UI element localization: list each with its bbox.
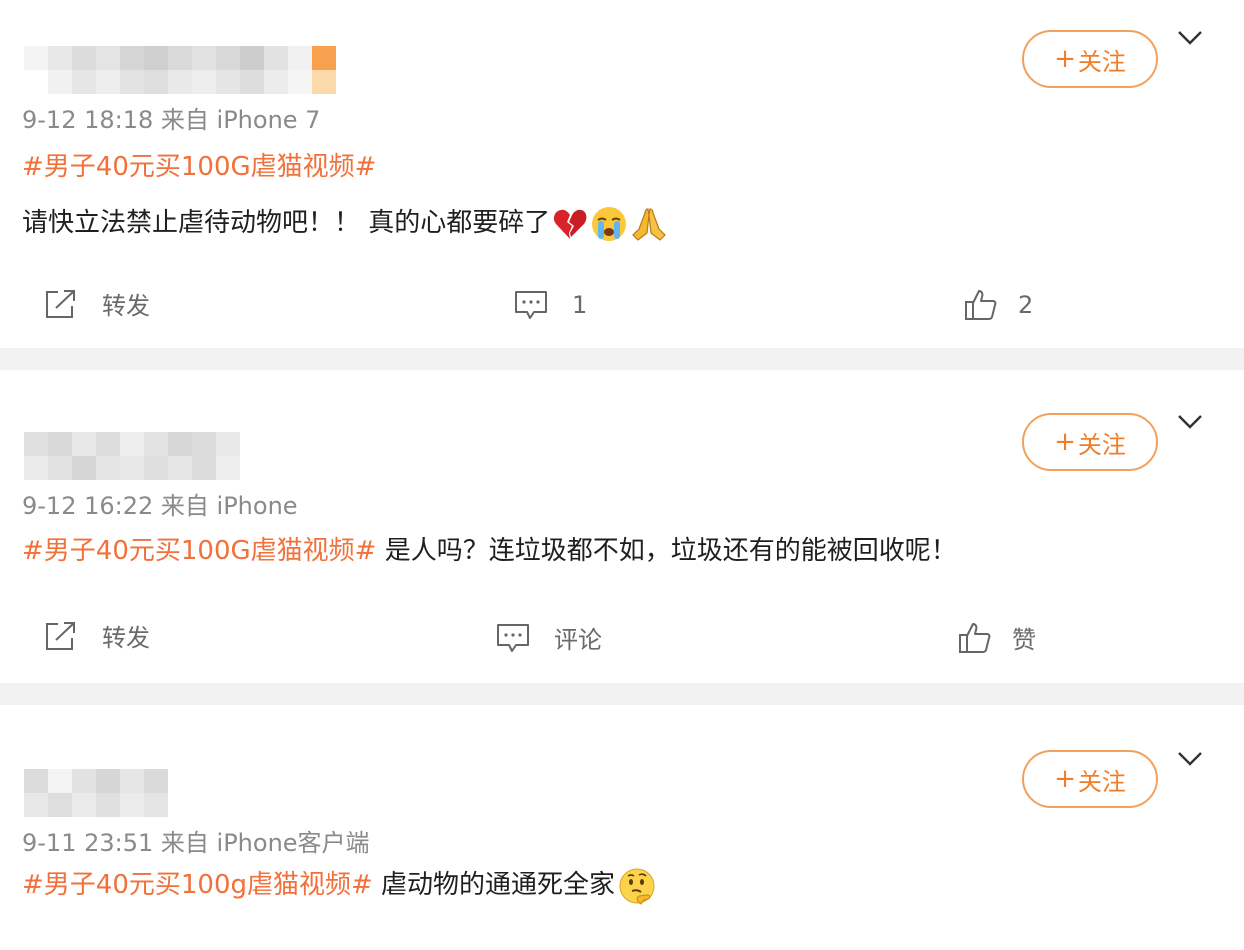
weibo-comment-feed: + 关注 9-12 18:18 来自 iPhone 7 #男子40元买100G虐…	[0, 0, 1244, 950]
comment-icon	[515, 291, 547, 319]
timestamp: 9-11 23:51	[22, 829, 154, 857]
follow-label: 关注	[1077, 767, 1126, 796]
follow-label: 关注	[1077, 47, 1126, 76]
like-label: 赞	[1012, 626, 1036, 654]
thumbs-up-icon	[959, 622, 991, 653]
folded-hands-icon	[632, 207, 667, 241]
broken-heart-icon	[554, 209, 587, 239]
post-separator	[0, 348, 1244, 370]
comment-count: 1	[572, 291, 588, 319]
post-source: 来自 iPhone客户端	[160, 829, 370, 857]
hashtag-link[interactable]: #男子40元买100g虐猫视频#	[22, 870, 373, 900]
post-meta: 9-11 23:51 来自 iPhone客户端	[22, 823, 370, 858]
post-card: + 关注 9-12 18:18 来自 iPhone 7 #男子40元买100G虐…	[0, 0, 1244, 348]
avatar-username-blurred[interactable]	[24, 46, 336, 94]
plus-icon: +	[1054, 764, 1076, 794]
share-icon	[46, 621, 75, 650]
post-separator	[0, 683, 1244, 705]
avatar-username-blurred[interactable]	[24, 769, 168, 817]
follow-button[interactable]: + 关注	[1022, 750, 1158, 808]
share-icon	[46, 289, 75, 318]
post-card: + 关注 9-11 23:51 来自 iPhone客户端 #男子40元买100g…	[0, 705, 1244, 950]
comment-action[interactable]: 1	[514, 290, 587, 320]
comment-label: 评论	[554, 626, 602, 654]
post-content: #男子40元买100G虐猫视频# 请快立法禁止虐待动物吧！！ 真的心都要碎了	[22, 148, 668, 243]
comment-icon	[497, 623, 529, 652]
follow-button[interactable]: + 关注	[1022, 30, 1158, 88]
chevron-down-icon[interactable]	[1176, 412, 1204, 432]
repost-action[interactable]: 转发	[44, 286, 150, 321]
crying-face-icon	[592, 206, 627, 241]
post-text: 虐动物的通通死全家	[372, 870, 616, 900]
post-meta: 9-12 16:22 来自 iPhone	[22, 486, 298, 521]
like-count: 2	[1018, 291, 1034, 319]
post-card: + 关注 9-12 16:22 来自 iPhone #男子40元买100G虐猫视…	[0, 370, 1244, 683]
thumbs-up-icon	[965, 290, 997, 320]
follow-button[interactable]: + 关注	[1022, 413, 1158, 471]
post-text: 是人吗？连垃圾都不如，垃圾还有的能被回收呢！	[376, 536, 957, 566]
post-source: 来自 iPhone	[160, 492, 298, 520]
chevron-down-icon[interactable]	[1176, 28, 1204, 48]
timestamp: 9-12 18:18	[22, 106, 154, 134]
timestamp: 9-12 16:22	[22, 492, 154, 520]
chevron-down-icon[interactable]	[1176, 749, 1204, 769]
post-content: #男子40元买100g虐猫视频# 虐动物的通通死全家	[22, 865, 657, 906]
hashtag-link[interactable]: #男子40元买100G虐猫视频#	[22, 152, 376, 182]
plus-icon: +	[1054, 44, 1076, 74]
post-text: 请快立法禁止虐待动物吧！！ 真的心都要碎了	[22, 208, 551, 238]
post-content: #男子40元买100G虐猫视频# 是人吗？连垃圾都不如，垃圾还有的能被回收呢！	[22, 532, 957, 570]
hashtag-link[interactable]: #男子40元买100G虐猫视频#	[22, 536, 376, 566]
plus-icon: +	[1054, 427, 1076, 457]
repost-label: 转发	[102, 292, 150, 320]
repost-label: 转发	[102, 624, 150, 652]
comment-action[interactable]: 评论	[496, 620, 602, 655]
like-action[interactable]: 赞	[958, 620, 1036, 655]
post-meta: 9-12 18:18 来自 iPhone 7	[22, 100, 320, 135]
follow-label: 关注	[1077, 430, 1126, 459]
post-source: 来自 iPhone 7	[160, 106, 321, 134]
avatar-username-blurred[interactable]	[24, 432, 240, 480]
repost-action[interactable]: 转发	[44, 618, 150, 653]
like-action[interactable]: 2	[964, 288, 1033, 322]
thinking-face-icon	[619, 868, 655, 905]
